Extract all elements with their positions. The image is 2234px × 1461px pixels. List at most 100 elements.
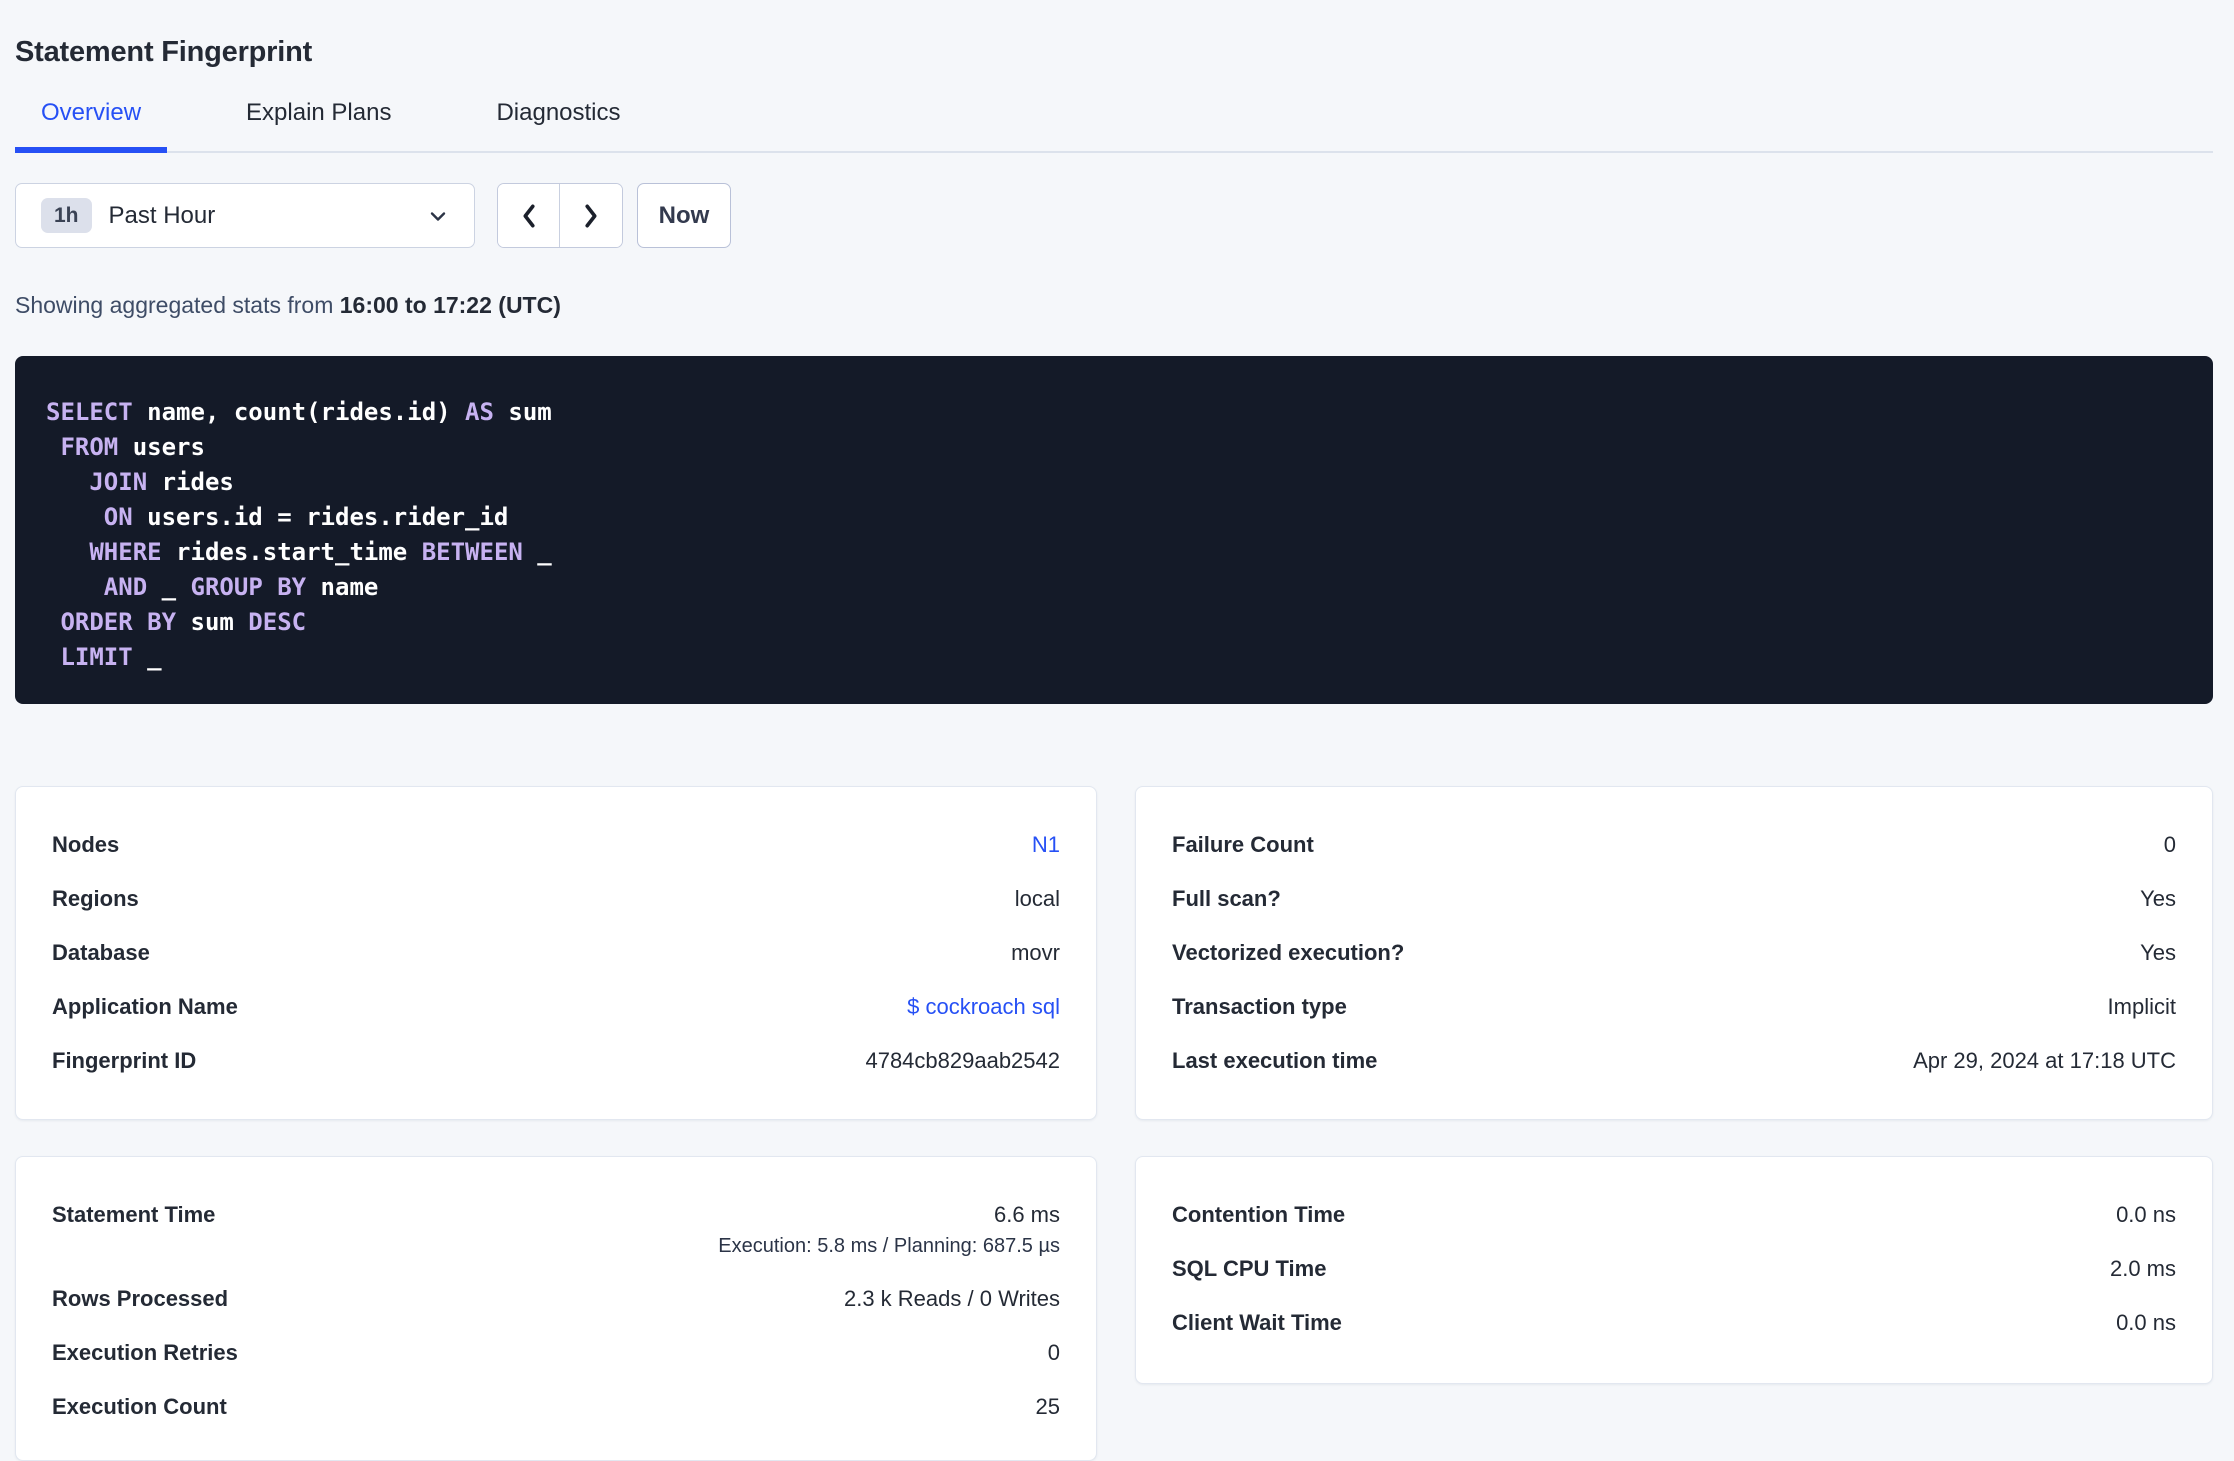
stat-value-wrap: Implicit xyxy=(2108,995,2176,1019)
stat-value: 6.6 ms xyxy=(993,1202,1060,1227)
stat-row: Failure Count 0 xyxy=(1172,833,2176,857)
stat-value-wrap: 0.0 ns xyxy=(2116,1311,2176,1335)
sql-text: sum xyxy=(176,608,249,636)
stat-row: SQL CPU Time 2.0 ms xyxy=(1172,1257,2176,1281)
stat-label: SQL CPU Time xyxy=(1172,1256,1327,1281)
stat-value: 2.3 k Reads / 0 Writes xyxy=(843,1286,1060,1311)
sql-statement-box: SELECT name, count(rides.id) AS sum FROM… xyxy=(15,356,2213,704)
sql-line: FROM users xyxy=(46,430,2182,465)
time-range-label: Past Hour xyxy=(108,201,216,229)
wait-time-card: Contention Time 0.0 ns SQL CPU Time 2.0 ms C… xyxy=(1135,1156,2213,1384)
time-next-button[interactable] xyxy=(560,184,622,247)
execution-attributes-card: Failure Count 0 Full scan? Yes Vectorized ex… xyxy=(1135,786,2213,1120)
stat-label: Full scan? xyxy=(1172,886,1281,911)
sql-line: ORDER BY sum DESC xyxy=(46,605,2182,640)
sql-keyword: FROM xyxy=(60,433,119,461)
stat-label: Statement Time xyxy=(52,1202,216,1227)
stat-row: Execution Retries 0 xyxy=(52,1341,1060,1365)
stat-value-wrap: 2.0 ms xyxy=(2110,1257,2176,1281)
summary-cards-grid: Nodes N1 Regions local Database movr Applicati… xyxy=(15,786,2213,1461)
stat-label: Transaction type xyxy=(1172,994,1347,1019)
stat-label: Execution Retries xyxy=(52,1340,238,1365)
sql-keyword: WHERE xyxy=(89,538,162,566)
stat-label: Nodes xyxy=(52,832,120,857)
stat-row: Database movr xyxy=(52,941,1060,965)
stat-value: Yes xyxy=(2140,886,2176,911)
stat-label: Regions xyxy=(52,886,139,911)
stat-value-wrap: 4784cb829aab2542 xyxy=(865,1049,1060,1073)
stat-label: Rows Processed xyxy=(52,1286,229,1311)
stat-value: 0 xyxy=(2163,832,2176,857)
sql-line: WHERE rides.start_time BETWEEN _ xyxy=(46,535,2182,570)
sql-text: _ xyxy=(522,538,552,566)
now-button[interactable]: Now xyxy=(637,183,731,248)
chevron-down-icon xyxy=(426,204,450,228)
stat-value: Implicit xyxy=(2107,994,2176,1019)
stat-value-wrap: 0 xyxy=(2164,833,2176,857)
sql-text: users.id = rides.rider_id xyxy=(132,503,509,531)
stat-value-wrap: 0.0 ns xyxy=(2116,1203,2176,1227)
stat-value-wrap: 25 xyxy=(1036,1395,1060,1419)
stat-value-wrap: movr xyxy=(1011,941,1060,965)
tab-overview[interactable]: Overview xyxy=(15,99,168,153)
stat-value-wrap: 6.6 ms Execution: 5.8 ms / Planning: 687.… xyxy=(718,1202,1060,1258)
sql-line: AND _ GROUP BY name xyxy=(46,570,2182,605)
stat-row: Transaction type Implicit xyxy=(1172,995,2176,1019)
stat-row: Contention Time 0.0 ns xyxy=(1172,1203,2176,1227)
stat-value-wrap: Yes xyxy=(2140,941,2176,965)
sql-keyword: ON xyxy=(103,503,133,531)
stat-label: Client Wait Time xyxy=(1172,1310,1342,1335)
sql-text: _ xyxy=(132,643,162,671)
stat-label: Fingerprint ID xyxy=(52,1048,197,1073)
tab-explain-plans[interactable]: Explain Plans xyxy=(220,99,417,153)
sql-keyword: LIMIT xyxy=(60,643,133,671)
stat-value: 25 xyxy=(1035,1394,1060,1419)
stat-label: Contention Time xyxy=(1172,1202,1346,1227)
sql-keyword: DESC xyxy=(248,608,307,636)
stat-value-wrap: N1 xyxy=(1032,833,1060,857)
stat-value-link[interactable]: $ cockroach sql xyxy=(907,995,1060,1019)
sql-line: JOIN rides xyxy=(46,465,2182,500)
sql-text: name, count(rides.id) xyxy=(132,398,466,426)
time-prev-button[interactable] xyxy=(498,184,560,247)
stat-row: Fingerprint ID 4784cb829aab2542 xyxy=(52,1049,1060,1073)
tab-bar: Overview Explain Plans Diagnostics xyxy=(15,99,2213,153)
stat-row: Last execution time Apr 29, 2024 at 17:18… xyxy=(1172,1049,2176,1073)
stat-row: Statement Time 6.6 ms Execution: 5.8 ms / … xyxy=(52,1202,1060,1258)
statement-time-card: Statement Time 6.6 ms Execution: 5.8 ms / … xyxy=(15,1156,1097,1461)
time-arrows-group xyxy=(497,183,623,248)
sql-keyword: ORDER BY xyxy=(60,608,177,636)
stat-label: Database xyxy=(52,940,150,965)
stat-row: Application Name $ cockroach sql xyxy=(52,995,1060,1019)
stat-value: 0.0 ns xyxy=(2116,1202,2176,1227)
sql-text: users xyxy=(118,433,205,461)
stat-value: 4784cb829aab2542 xyxy=(865,1048,1060,1073)
time-range-select[interactable]: 1h Past Hour xyxy=(15,183,475,248)
stat-row: Full scan? Yes xyxy=(1172,887,2176,911)
sql-line: ON users.id = rides.rider_id xyxy=(46,500,2182,535)
stat-value-wrap: 0 xyxy=(1048,1341,1060,1365)
statement-fingerprint-page: Statement Fingerprint Overview Explain Pl… xyxy=(0,0,2234,1461)
sql-keyword: BETWEEN xyxy=(421,538,523,566)
sql-keyword: GROUP BY xyxy=(190,573,307,601)
stat-value: local xyxy=(1014,886,1060,911)
stat-label: Failure Count xyxy=(1172,832,1314,857)
stat-row: Nodes N1 xyxy=(52,833,1060,857)
time-controls: 1h Past Hour Now xyxy=(15,183,2213,248)
stat-value-link[interactable]: N1 xyxy=(1032,833,1060,857)
stat-row: Rows Processed 2.3 k Reads / 0 Writes xyxy=(52,1287,1060,1311)
sql-text: rides xyxy=(147,468,234,496)
stat-row: Regions local xyxy=(52,887,1060,911)
sql-text: rides.start_time xyxy=(161,538,422,566)
tab-diagnostics[interactable]: Diagnostics xyxy=(470,99,646,153)
stat-value-wrap: 2.3 k Reads / 0 Writes xyxy=(844,1287,1060,1311)
aggregated-stats-range: 16:00 to 17:22 (UTC) xyxy=(339,292,561,318)
sql-line: SELECT name, count(rides.id) AS sum xyxy=(46,395,2182,430)
time-range-badge: 1h xyxy=(41,198,92,233)
stat-value: 0.0 ns xyxy=(2116,1310,2176,1335)
stat-value: movr xyxy=(1011,940,1060,965)
